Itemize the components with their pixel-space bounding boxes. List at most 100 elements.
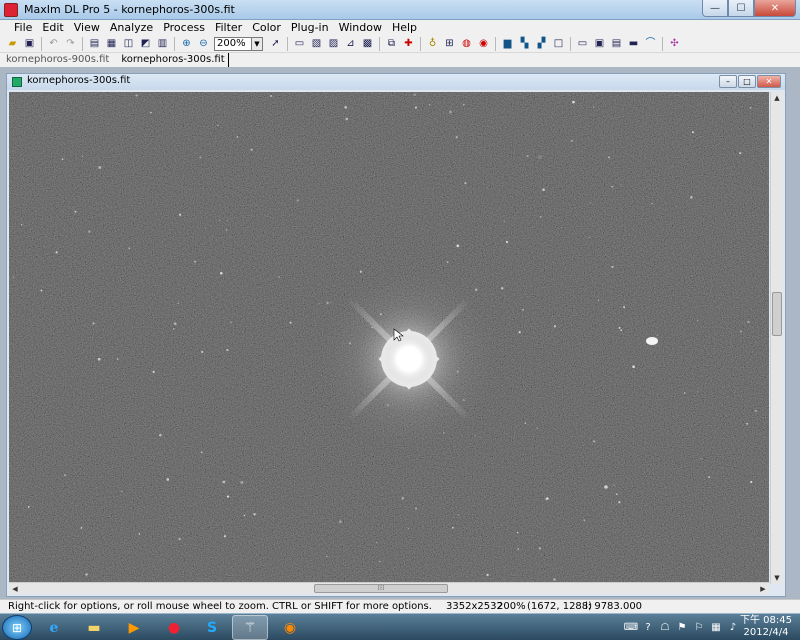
internet-explorer-icon[interactable]: e bbox=[36, 615, 72, 640]
maximize-button[interactable]: ☐ bbox=[728, 0, 754, 17]
faint-star bbox=[250, 148, 253, 151]
tray-security-icon[interactable]: ⚑ bbox=[675, 620, 689, 634]
menu-file[interactable]: File bbox=[14, 20, 32, 35]
clock[interactable]: 下午 08:45 2012/4/4 bbox=[740, 615, 792, 639]
camera-control-icon[interactable]: ▭ bbox=[293, 37, 306, 50]
image-icon[interactable]: ▤ bbox=[88, 37, 101, 50]
horizontal-scroll-thumb[interactable]: ⁞⁞⁞ bbox=[314, 584, 448, 593]
scroll-up-icon[interactable]: ▲ bbox=[771, 92, 783, 104]
faint-star bbox=[345, 117, 349, 121]
calibration-icon[interactable]: ⊿ bbox=[344, 37, 357, 50]
window-controls: — ☐ ✕ bbox=[702, 0, 796, 17]
app-icon[interactable] bbox=[4, 3, 18, 17]
faint-star bbox=[172, 328, 175, 330]
faint-star bbox=[690, 196, 693, 199]
curve-icon[interactable]: ⌒ bbox=[644, 37, 657, 50]
menu-help[interactable]: Help bbox=[392, 20, 417, 35]
rotate-icon[interactable]: ◩ bbox=[139, 37, 152, 50]
undo-icon[interactable]: ↶ bbox=[47, 37, 60, 50]
image-viewport[interactable] bbox=[9, 92, 769, 584]
faint-star bbox=[542, 188, 545, 192]
settings-icon[interactable]: ▩ bbox=[361, 37, 374, 50]
image-maximize-button[interactable]: □ bbox=[738, 75, 756, 88]
menu-plugin[interactable]: Plug-in bbox=[291, 20, 329, 35]
crop-icon[interactable]: ▦ bbox=[105, 37, 118, 50]
histogram-icon[interactable]: ▆ bbox=[501, 37, 514, 50]
media-player-icon[interactable]: ▶ bbox=[116, 615, 152, 640]
scroll-down-icon[interactable]: ▼ bbox=[771, 572, 783, 584]
network-icon[interactable]: ▦ bbox=[709, 620, 723, 634]
sequence-icon[interactable]: ▨ bbox=[327, 37, 340, 50]
firefox-icon[interactable]: ◉ bbox=[272, 615, 308, 640]
faint-star bbox=[611, 265, 614, 269]
telescope-icon[interactable]: ▧ bbox=[310, 37, 323, 50]
menu-edit[interactable]: Edit bbox=[42, 20, 63, 35]
zoom-out-icon[interactable]: ⊖ bbox=[197, 37, 210, 50]
start-button[interactable]: ⊞ bbox=[2, 615, 32, 640]
tab-kornephoros-300s[interactable]: kornephoros-300s.fit bbox=[121, 53, 229, 67]
video-player-icon[interactable]: ● bbox=[156, 615, 192, 640]
menu-analyze[interactable]: Analyze bbox=[110, 20, 153, 35]
graph-icon[interactable]: ▤ bbox=[610, 37, 623, 50]
menu-process[interactable]: Process bbox=[163, 20, 205, 35]
faint-star bbox=[449, 110, 452, 114]
zoom-in-icon[interactable]: ⊕ bbox=[180, 37, 193, 50]
tray-app-icon[interactable]: ☖ bbox=[658, 620, 672, 634]
save-icon[interactable]: ▣ bbox=[23, 37, 36, 50]
help-icon[interactable]: ? bbox=[641, 620, 655, 634]
zoom-select[interactable]: 200% bbox=[214, 36, 252, 51]
image-close-button[interactable]: ✕ bbox=[757, 75, 781, 88]
faint-star bbox=[236, 136, 239, 138]
info-window-icon[interactable]: ▞ bbox=[535, 37, 548, 50]
image-minimize-button[interactable]: – bbox=[719, 75, 737, 88]
vertical-scrollbar[interactable]: ▲ ▼ bbox=[770, 92, 783, 584]
menu-window[interactable]: Window bbox=[339, 20, 382, 35]
faint-star bbox=[376, 542, 378, 544]
image-window-title-bar[interactable]: kornephoros-300s.fit – □ ✕ bbox=[7, 74, 785, 90]
scroll-right-icon[interactable]: ▶ bbox=[757, 583, 769, 595]
flag-icon[interactable]: ⚐ bbox=[692, 620, 706, 634]
menu-filter[interactable]: Filter bbox=[215, 20, 242, 35]
line-profile-icon[interactable]: ▬ bbox=[627, 37, 640, 50]
rectangle-icon[interactable]: ▭ bbox=[576, 37, 589, 50]
menu-color[interactable]: Color bbox=[252, 20, 281, 35]
flask-icon[interactable]: ♁ bbox=[426, 37, 439, 50]
target-icon[interactable]: ⊞ bbox=[443, 37, 456, 50]
star-marker-icon[interactable]: ✣ bbox=[668, 37, 681, 50]
square-icon[interactable]: □ bbox=[552, 37, 565, 50]
help-pointer-icon[interactable]: ➚ bbox=[269, 37, 282, 50]
vertical-scroll-thumb[interactable] bbox=[772, 292, 782, 336]
maxim-dl-taskbar-icon[interactable]: ⚚ bbox=[232, 615, 268, 640]
faint-star bbox=[455, 136, 458, 139]
tab-kornephoros-900s[interactable]: kornephoros-900s.fit bbox=[6, 53, 109, 67]
screen-stretch-icon[interactable]: ▚ bbox=[518, 37, 531, 50]
faint-star bbox=[278, 276, 280, 278]
redo-icon[interactable]: ↷ bbox=[64, 37, 77, 50]
faint-star bbox=[379, 560, 381, 563]
flip-icon[interactable]: ◫ bbox=[122, 37, 135, 50]
status-cursor-coords: (1672, 1288) bbox=[527, 601, 593, 612]
secondary-star bbox=[646, 337, 658, 345]
chevron-down-icon[interactable]: ▼ bbox=[252, 36, 263, 51]
faint-star bbox=[415, 507, 418, 510]
horizontal-scrollbar[interactable]: ◀ ⁞⁞⁞ ▶ bbox=[9, 582, 769, 594]
skype-icon[interactable]: S bbox=[194, 615, 230, 640]
faint-star bbox=[64, 474, 66, 477]
menu-view[interactable]: View bbox=[74, 20, 100, 35]
faint-star bbox=[166, 478, 170, 481]
pause-icon[interactable]: ◍ bbox=[460, 37, 473, 50]
crosshair-icon[interactable]: ✚ bbox=[402, 37, 415, 50]
bin-icon[interactable]: ▥ bbox=[156, 37, 169, 50]
volume-icon[interactable]: ♪ bbox=[726, 620, 740, 634]
language-icon[interactable]: ⌨ bbox=[624, 620, 638, 634]
picture-icon[interactable]: ▣ bbox=[593, 37, 606, 50]
file-explorer-icon[interactable]: ▬ bbox=[76, 615, 112, 640]
stack-icon[interactable]: ⧉ bbox=[385, 37, 398, 50]
faint-star bbox=[329, 301, 331, 303]
open-icon[interactable]: ▰ bbox=[6, 37, 19, 50]
close-button[interactable]: ✕ bbox=[754, 0, 796, 17]
scroll-left-icon[interactable]: ◀ bbox=[9, 583, 21, 595]
faint-star bbox=[457, 514, 460, 516]
minimize-button[interactable]: — bbox=[702, 0, 728, 17]
stop-icon[interactable]: ◉ bbox=[477, 37, 490, 50]
